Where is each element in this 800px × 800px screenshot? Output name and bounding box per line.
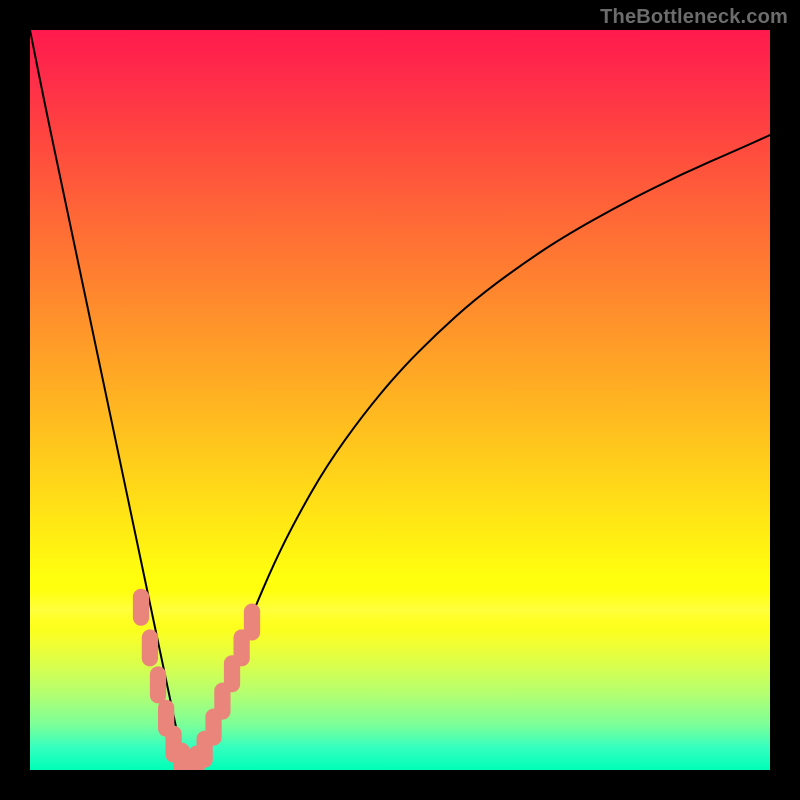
- marker-pill: [150, 666, 166, 703]
- plot-area: [30, 30, 770, 770]
- marker-pill: [142, 629, 158, 666]
- chart-svg: [30, 30, 770, 770]
- watermark-label: TheBottleneck.com: [600, 6, 788, 29]
- marker-pill: [133, 589, 149, 626]
- curve-layer: [30, 30, 770, 769]
- marker-pill: [244, 604, 260, 641]
- bottleneck-curve: [30, 30, 770, 769]
- chart-frame: TheBottleneck.com: [0, 0, 800, 800]
